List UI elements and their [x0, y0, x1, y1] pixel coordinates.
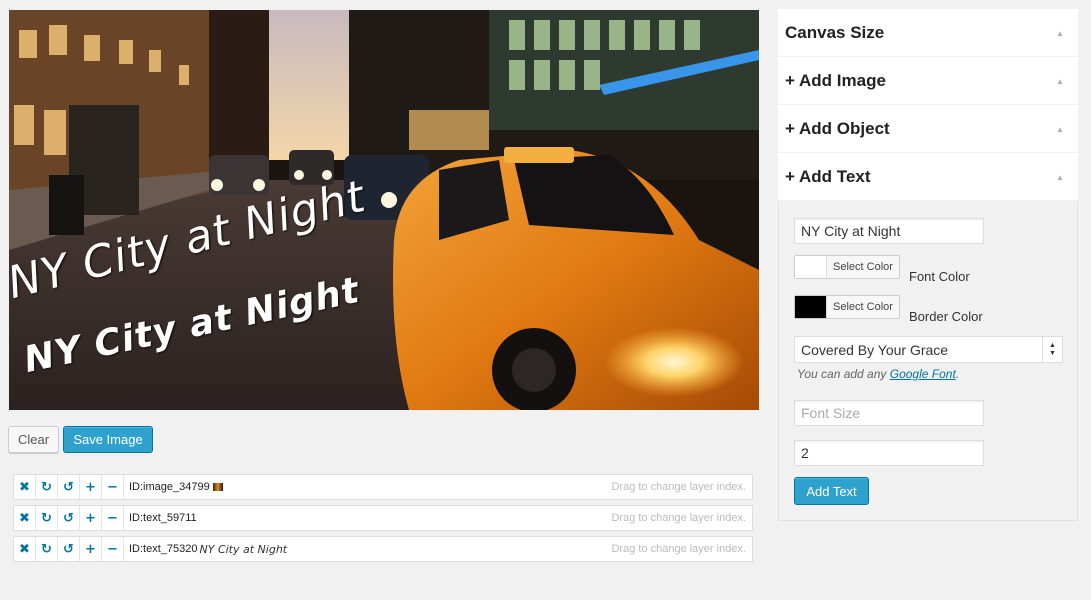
plus-icon[interactable]: + [80, 475, 102, 499]
layer-id-label: ID:text_75320 [129, 543, 198, 555]
image-canvas[interactable]: NY City at Night NY City at Night [9, 10, 759, 410]
text-input[interactable]: NY City at Night [794, 218, 984, 244]
collapse-arrow-icon[interactable]: ▲ [1056, 125, 1064, 134]
border-color-swatch [795, 296, 826, 318]
layer-text-preview: NY City at Night [199, 542, 288, 556]
close-icon[interactable]: ✖ [14, 506, 36, 530]
border-color-label: Border Color [909, 309, 983, 324]
add-text-section[interactable]: + Add Text ▲ [778, 153, 1078, 201]
undo-icon[interactable]: ↺ [58, 537, 80, 561]
section-title: + Add Text [785, 166, 871, 186]
close-icon[interactable]: ✖ [14, 475, 36, 499]
plus-icon[interactable]: + [80, 506, 102, 530]
select-color-label: Select Color [826, 256, 899, 278]
clear-button[interactable]: Clear [8, 426, 59, 453]
redo-icon[interactable]: ↻ [36, 475, 58, 499]
google-font-hint: You can add any Google Font. [797, 367, 959, 381]
selected-font: Covered By Your Grace [801, 341, 949, 358]
font-color-swatch [795, 256, 826, 278]
layer-id: ID:image_34799 [129, 481, 223, 493]
layer-id-label: ID:image_34799 [129, 481, 210, 493]
undo-icon[interactable]: ↺ [58, 506, 80, 530]
layer-row[interactable]: ✖ ↻ ↺ + − ID:image_34799 Drag to change … [13, 474, 753, 500]
minus-icon[interactable]: − [102, 537, 124, 561]
redo-icon[interactable]: ↻ [36, 537, 58, 561]
google-font-link[interactable]: Google Font [890, 367, 956, 381]
minus-icon[interactable]: − [102, 506, 124, 530]
section-title: Canvas Size [785, 22, 885, 42]
border-width-input[interactable]: 2 [794, 440, 984, 466]
layer-row[interactable]: ✖ ↻ ↺ + − ID:text_75320 NY City at Night… [13, 536, 753, 562]
close-icon[interactable]: ✖ [14, 537, 36, 561]
layer-id-label: ID:text_59711 [129, 512, 197, 524]
layer-id: ID:text_75320 NY City at Night [129, 543, 287, 556]
font-family-select[interactable]: Covered By Your Grace ▲ ▼ [794, 336, 1063, 363]
minus-icon[interactable]: − [102, 475, 124, 499]
layer-row[interactable]: ✖ ↻ ↺ + − ID:text_59711 Drag to change l… [13, 505, 753, 531]
drag-hint: Drag to change layer index. [611, 512, 746, 524]
save-image-button[interactable]: Save Image [63, 426, 153, 453]
add-text-form: NY City at Night Select Color Font Color… [778, 201, 1078, 521]
hint-text: You can add any [797, 367, 890, 381]
select-color-label: Select Color [826, 296, 899, 318]
collapse-arrow-icon[interactable]: ▲ [1056, 29, 1064, 38]
border-color-picker[interactable]: Select Color [794, 295, 900, 319]
select-arrows-icon[interactable]: ▲ ▼ [1042, 337, 1062, 362]
canvas-size-section[interactable]: Canvas Size ▲ [778, 9, 1078, 57]
plus-icon[interactable]: + [80, 537, 102, 561]
section-title: + Add Image [785, 70, 886, 90]
add-text-button[interactable]: Add Text [794, 477, 869, 505]
font-size-input[interactable]: Font Size [794, 400, 984, 426]
collapse-arrow-icon[interactable]: ▲ [1056, 77, 1064, 86]
layer-id: ID:text_59711 [129, 512, 197, 524]
font-color-label: Font Color [909, 269, 970, 284]
font-color-picker[interactable]: Select Color [794, 255, 900, 279]
redo-icon[interactable]: ↻ [36, 506, 58, 530]
tools-panel: Canvas Size ▲ + Add Image ▲ + Add Object… [778, 9, 1078, 521]
undo-icon[interactable]: ↺ [58, 475, 80, 499]
drag-hint: Drag to change layer index. [611, 481, 746, 493]
layer-thumbnail [212, 483, 223, 491]
collapse-arrow-icon[interactable]: ▲ [1056, 173, 1064, 182]
drag-hint: Drag to change layer index. [611, 543, 746, 555]
add-image-section[interactable]: + Add Image ▲ [778, 57, 1078, 105]
add-object-section[interactable]: + Add Object ▲ [778, 105, 1078, 153]
section-title: + Add Object [785, 118, 890, 138]
hint-suffix: . [955, 367, 960, 381]
